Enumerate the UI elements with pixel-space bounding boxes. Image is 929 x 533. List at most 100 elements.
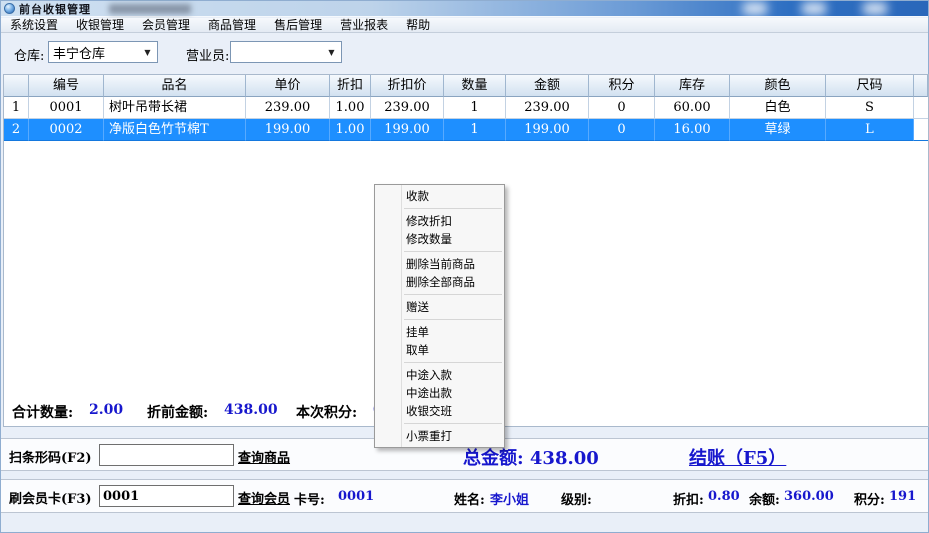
cell-filler: [914, 97, 928, 119]
barcode-input[interactable]: [99, 444, 234, 466]
swipe-member-card-label: 刷会员卡(F3): [9, 488, 92, 507]
sale-items-grid: 编号 品名 单价 折扣 折扣价 数量 金额 积分 库存 颜色 尺码 1 0001…: [4, 75, 928, 141]
ctx-delete-all-items[interactable]: 删除全部商品: [375, 273, 504, 291]
search-member-link[interactable]: 查询会员: [238, 488, 290, 507]
cell-qty: 1: [444, 97, 506, 119]
col-price[interactable]: 单价: [246, 75, 330, 97]
col-amount[interactable]: 金额: [506, 75, 589, 97]
member-balance-value: 360.00: [784, 489, 834, 504]
col-code[interactable]: 编号: [29, 75, 104, 97]
ctx-modify-discount[interactable]: 修改折扣: [375, 212, 504, 230]
warehouse-selected-value: 丰宁仓库: [53, 43, 105, 62]
menu-separator: [404, 319, 502, 320]
toolbar: 仓库: 丰宁仓库 ▼ 营业员: ▼: [1, 33, 928, 73]
ctx-shift-change[interactable]: 收银交班: [375, 402, 504, 420]
menu-system-settings[interactable]: 系统设置: [1, 18, 67, 33]
menu-aftersales-mgmt[interactable]: 售后管理: [265, 18, 331, 33]
cell-size: L: [826, 119, 914, 141]
cell-filler: [914, 119, 928, 141]
minimize-button-blur[interactable]: [743, 2, 767, 15]
col-stock[interactable]: 库存: [655, 75, 730, 97]
ctx-hold-order[interactable]: 挂单: [375, 323, 504, 341]
menu-member-mgmt[interactable]: 会员管理: [133, 18, 199, 33]
search-product-link[interactable]: 查询商品: [238, 447, 290, 466]
cell-rownum: 1: [4, 97, 29, 119]
cell-size: S: [826, 97, 914, 119]
cell-rownum: 2: [4, 119, 29, 141]
table-row-selected[interactable]: 2 0002 净版白色竹节棉T 199.00 1.00 199.00 1 199…: [4, 119, 928, 141]
member-name-label: 姓名:: [454, 489, 485, 508]
table-row[interactable]: 1 0001 树叶吊带长裙 239.00 1.00 239.00 1 239.0…: [4, 97, 928, 119]
total-qty-value: 2.00: [89, 402, 123, 418]
chevron-down-icon[interactable]: ▼: [325, 46, 338, 59]
app-globe-icon: [4, 3, 15, 14]
col-color[interactable]: 颜色: [730, 75, 826, 97]
card-no-value: 0001: [338, 489, 374, 504]
session-points-label: 本次积分:: [296, 402, 357, 422]
member-balance-label: 余额:: [749, 489, 780, 508]
col-size[interactable]: 尺码: [826, 75, 914, 97]
cell-code: 0002: [29, 119, 104, 141]
menu-separator: [404, 251, 502, 252]
cell-name: 树叶吊带长裙: [104, 97, 246, 119]
ctx-delete-current-item[interactable]: 删除当前商品: [375, 255, 504, 273]
redacted-blur: [109, 4, 191, 14]
checkout-f5-button[interactable]: 结账（F5）: [689, 444, 786, 470]
cell-amount: 199.00: [506, 119, 589, 141]
member-section: 刷会员卡(F3) 查询会员 卡号: 0001 姓名: 李小姐 级别: 折扣: 0…: [1, 479, 928, 513]
menu-product-mgmt[interactable]: 商品管理: [199, 18, 265, 33]
ctx-receive-payment[interactable]: 收款: [375, 187, 504, 205]
ctx-reprint-receipt[interactable]: 小票重打: [375, 427, 504, 445]
cell-stock: 16.00: [655, 119, 730, 141]
cell-discount: 1.00: [330, 119, 371, 141]
cell-discount-price: 199.00: [371, 119, 444, 141]
col-name[interactable]: 品名: [104, 75, 246, 97]
cell-code: 0001: [29, 97, 104, 119]
cell-points: 0: [589, 97, 655, 119]
window-title: 前台收银管理: [19, 1, 91, 17]
member-name-value: 李小姐: [490, 489, 529, 508]
menu-help[interactable]: 帮助: [397, 18, 439, 33]
col-discount[interactable]: 折扣: [330, 75, 371, 97]
ctx-modify-qty[interactable]: 修改数量: [375, 230, 504, 248]
menu-cashier-mgmt[interactable]: 收银管理: [67, 18, 133, 33]
menu-separator: [404, 362, 502, 363]
member-discount-label: 折扣:: [673, 489, 704, 508]
context-menu: 收款 修改折扣 修改数量 删除当前商品 删除全部商品 赠送 挂单 取单 中途入款…: [374, 184, 505, 448]
col-rownum: [4, 75, 29, 97]
member-points-value: 191: [889, 489, 916, 504]
member-level-label: 级别:: [561, 489, 592, 508]
member-card-input[interactable]: [99, 485, 234, 507]
cell-points: 0: [589, 119, 655, 141]
ctx-retrieve-order[interactable]: 取单: [375, 341, 504, 359]
ctx-midway-cash-out[interactable]: 中途出款: [375, 384, 504, 402]
total-qty-label: 合计数量:: [12, 402, 73, 422]
member-discount-value: 0.80: [708, 489, 740, 504]
cell-name: 净版白色竹节棉T: [104, 119, 246, 141]
cell-discount: 1.00: [330, 97, 371, 119]
col-discount-price[interactable]: 折扣价: [371, 75, 444, 97]
cell-amount: 239.00: [506, 97, 589, 119]
scan-barcode-label: 扫条形码(F2): [9, 447, 92, 466]
warehouse-select[interactable]: 丰宁仓库 ▼: [48, 41, 158, 63]
col-points[interactable]: 积分: [589, 75, 655, 97]
cell-stock: 60.00: [655, 97, 730, 119]
ctx-midway-cash-in[interactable]: 中途入款: [375, 366, 504, 384]
cell-qty: 1: [444, 119, 506, 141]
ctx-gift[interactable]: 赠送: [375, 298, 504, 316]
menu-separator: [404, 208, 502, 209]
menu-separator: [404, 423, 502, 424]
clerk-select[interactable]: ▼: [230, 41, 342, 63]
app-window: 前台收银管理 系统设置 收银管理 会员管理 商品管理 售后管理 营业报表 帮助 …: [0, 0, 929, 533]
menu-business-report[interactable]: 营业报表: [331, 18, 397, 33]
col-filler: [914, 75, 928, 97]
maximize-button-blur[interactable]: [802, 2, 826, 15]
col-qty[interactable]: 数量: [444, 75, 506, 97]
cell-color: 草绿: [730, 119, 826, 141]
cell-price: 199.00: [246, 119, 330, 141]
menu-separator: [404, 294, 502, 295]
cell-price: 239.00: [246, 97, 330, 119]
chevron-down-icon[interactable]: ▼: [141, 46, 154, 59]
cell-color: 白色: [730, 97, 826, 119]
close-button-blur[interactable]: [863, 2, 887, 15]
